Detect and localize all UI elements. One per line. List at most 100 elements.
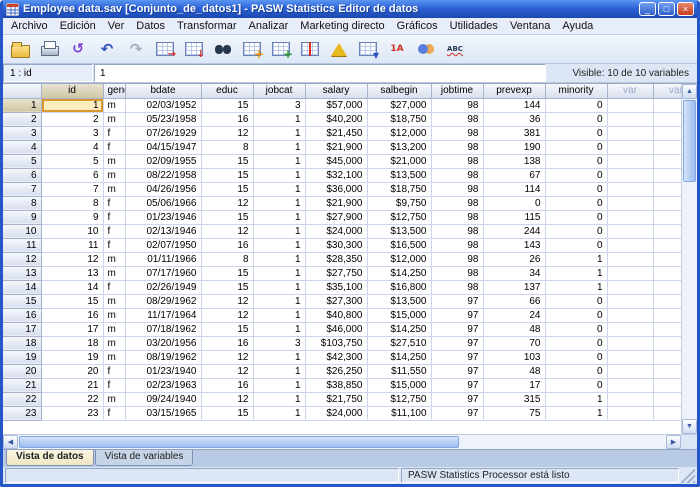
cell-18-gender[interactable]: m xyxy=(103,336,125,350)
cell-4-id[interactable]: 4 xyxy=(41,140,103,154)
row-header-12[interactable]: 12 xyxy=(3,252,41,266)
cell-22-gender[interactable]: m xyxy=(103,392,125,406)
cell-14-var[interactable] xyxy=(653,280,681,294)
cell-23-jobcat[interactable]: 1 xyxy=(253,406,305,420)
cell-8-var[interactable] xyxy=(653,196,681,210)
cell-12-educ[interactable]: 8 xyxy=(201,252,253,266)
cell-21-bdate[interactable]: 02/23/1963 xyxy=(125,378,201,392)
cell-5-educ[interactable]: 15 xyxy=(201,154,253,168)
cell-5-minority[interactable]: 0 xyxy=(545,154,607,168)
cell-11-educ[interactable]: 16 xyxy=(201,238,253,252)
cell-17-gender[interactable]: m xyxy=(103,322,125,336)
tab-vista-de-variables[interactable]: Vista de variables xyxy=(95,450,194,466)
cell-17-salbegin[interactable]: $14,250 xyxy=(367,322,431,336)
menu-edicion[interactable]: Edición xyxy=(54,19,102,33)
cell-20-bdate[interactable]: 01/23/1940 xyxy=(125,364,201,378)
scroll-up-icon[interactable]: ▲ xyxy=(682,84,697,99)
cell-22-id[interactable]: 22 xyxy=(41,392,103,406)
cell-17-educ[interactable]: 15 xyxy=(201,322,253,336)
column-header-bdate[interactable]: bdate xyxy=(125,84,201,98)
cell-4-educ[interactable]: 8 xyxy=(201,140,253,154)
column-header-salary[interactable]: salary xyxy=(305,84,367,98)
resize-grip[interactable] xyxy=(681,468,695,483)
cell-5-salary[interactable]: $45,000 xyxy=(305,154,367,168)
cell-6-bdate[interactable]: 08/22/1958 xyxy=(125,168,201,182)
cell-18-var[interactable] xyxy=(607,336,653,350)
cell-9-id[interactable]: 9 xyxy=(41,210,103,224)
cell-9-salary[interactable]: $27,900 xyxy=(305,210,367,224)
cell-23-jobtime[interactable]: 97 xyxy=(431,406,483,420)
cell-17-salary[interactable]: $46,000 xyxy=(305,322,367,336)
cell-2-gender[interactable]: m xyxy=(103,112,125,126)
cell-18-salary[interactable]: $103,750 xyxy=(305,336,367,350)
row-header-15[interactable]: 15 xyxy=(3,294,41,308)
cell-2-jobtime[interactable]: 98 xyxy=(431,112,483,126)
cell-17-jobcat[interactable]: 1 xyxy=(253,322,305,336)
cell-6-salary[interactable]: $32,100 xyxy=(305,168,367,182)
cell-20-salary[interactable]: $26,250 xyxy=(305,364,367,378)
cell-4-jobcat[interactable]: 1 xyxy=(253,140,305,154)
cell-20-jobtime[interactable]: 97 xyxy=(431,364,483,378)
horizontal-scroll-thumb[interactable] xyxy=(19,436,459,448)
cell-20-id[interactable]: 20 xyxy=(41,364,103,378)
row-header-17[interactable]: 17 xyxy=(3,322,41,336)
cell-13-minority[interactable]: 1 xyxy=(545,266,607,280)
cell-14-bdate[interactable]: 02/26/1949 xyxy=(125,280,201,294)
cell-13-prevexp[interactable]: 34 xyxy=(483,266,545,280)
spell-check-button[interactable]: ABC xyxy=(442,37,468,61)
split-file-button[interactable] xyxy=(297,37,323,61)
column-header-minority[interactable]: minority xyxy=(545,84,607,98)
cell-4-gender[interactable]: f xyxy=(103,140,125,154)
cell-21-id[interactable]: 21 xyxy=(41,378,103,392)
cell-2-prevexp[interactable]: 36 xyxy=(483,112,545,126)
cell-13-id[interactable]: 13 xyxy=(41,266,103,280)
cell-4-minority[interactable]: 0 xyxy=(545,140,607,154)
cell-8-salbegin[interactable]: $9,750 xyxy=(367,196,431,210)
cell-10-salbegin[interactable]: $13,500 xyxy=(367,224,431,238)
cell-1-jobtime[interactable]: 98 xyxy=(431,98,483,112)
cell-5-gender[interactable]: m xyxy=(103,154,125,168)
row-header-2[interactable]: 2 xyxy=(3,112,41,126)
cell-19-salary[interactable]: $42,300 xyxy=(305,350,367,364)
cell-21-var[interactable] xyxy=(607,378,653,392)
cell-2-educ[interactable]: 16 xyxy=(201,112,253,126)
cell-2-salbegin[interactable]: $18,750 xyxy=(367,112,431,126)
cell-10-jobtime[interactable]: 98 xyxy=(431,224,483,238)
goto-case-button[interactable] xyxy=(152,37,178,61)
cell-3-id[interactable]: 3 xyxy=(41,126,103,140)
cell-11-var[interactable] xyxy=(607,238,653,252)
cell-9-prevexp[interactable]: 115 xyxy=(483,210,545,224)
cell-3-jobtime[interactable]: 98 xyxy=(431,126,483,140)
cell-17-var[interactable] xyxy=(653,322,681,336)
cell-8-bdate[interactable]: 05/06/1966 xyxy=(125,196,201,210)
cell-23-minority[interactable]: 1 xyxy=(545,406,607,420)
print-button[interactable] xyxy=(36,37,62,61)
cell-10-salary[interactable]: $24,000 xyxy=(305,224,367,238)
cell-22-jobcat[interactable]: 1 xyxy=(253,392,305,406)
cell-13-salbegin[interactable]: $14,250 xyxy=(367,266,431,280)
cell-8-var[interactable] xyxy=(607,196,653,210)
cell-15-var[interactable] xyxy=(607,294,653,308)
cell-9-minority[interactable]: 0 xyxy=(545,210,607,224)
cell-4-salary[interactable]: $21,900 xyxy=(305,140,367,154)
row-header-9[interactable]: 9 xyxy=(3,210,41,224)
cell-4-var[interactable] xyxy=(607,140,653,154)
cell-10-bdate[interactable]: 02/13/1946 xyxy=(125,224,201,238)
cell-15-var[interactable] xyxy=(653,294,681,308)
cell-5-jobcat[interactable]: 1 xyxy=(253,154,305,168)
minimize-button[interactable]: _ xyxy=(639,2,656,16)
row-header-8[interactable]: 8 xyxy=(3,196,41,210)
cell-6-var[interactable] xyxy=(653,168,681,182)
row-header-10[interactable]: 10 xyxy=(3,224,41,238)
cell-12-var[interactable] xyxy=(607,252,653,266)
cell-2-var[interactable] xyxy=(653,112,681,126)
cell-3-var[interactable] xyxy=(653,126,681,140)
cell-10-var[interactable] xyxy=(653,224,681,238)
maximize-button[interactable]: □ xyxy=(658,2,675,16)
cell-5-var[interactable] xyxy=(653,154,681,168)
cell-1-var[interactable] xyxy=(653,98,681,112)
cell-12-gender[interactable]: m xyxy=(103,252,125,266)
cell-21-minority[interactable]: 0 xyxy=(545,378,607,392)
cell-11-prevexp[interactable]: 143 xyxy=(483,238,545,252)
cell-21-jobcat[interactable]: 1 xyxy=(253,378,305,392)
